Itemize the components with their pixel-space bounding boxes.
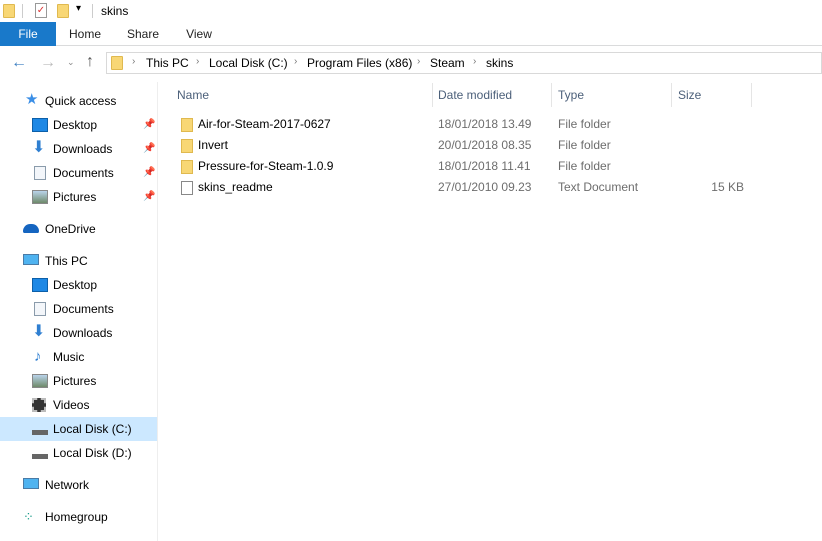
documents-icon bbox=[34, 302, 46, 316]
column-header-size[interactable]: Size bbox=[678, 83, 701, 107]
breadcrumb-skins[interactable]: skins bbox=[486, 56, 513, 70]
breadcrumb-steam[interactable]: Steam bbox=[430, 56, 465, 70]
navigation-pane: ★ Quick access Desktop 📌 ⬇ Downloads 📌 Docum… bbox=[0, 82, 158, 541]
tab-home[interactable]: Home bbox=[60, 22, 110, 46]
folder-icon bbox=[181, 160, 193, 174]
desktop-icon bbox=[32, 278, 48, 292]
pictures-icon bbox=[32, 374, 48, 388]
up-button[interactable]: ↑ bbox=[86, 53, 94, 71]
download-icon: ⬇ bbox=[32, 323, 46, 340]
title-bar: ✓ ▾ skins bbox=[0, 0, 822, 22]
music-icon: ♪ bbox=[34, 348, 42, 365]
documents-icon bbox=[34, 166, 46, 180]
column-header-date[interactable]: Date modified bbox=[438, 83, 512, 107]
file-row[interactable]: Pressure-for-Steam-1.0.9 18/01/2018 11.4… bbox=[172, 156, 772, 177]
divider bbox=[22, 4, 23, 18]
file-date: 18/01/2018 13.49 bbox=[438, 117, 532, 131]
file-type: Text Document bbox=[558, 180, 639, 194]
folder-icon bbox=[3, 4, 15, 18]
breadcrumb-this-pc[interactable]: This PC bbox=[146, 56, 189, 70]
nav-pc-downloads[interactable]: ⬇ Downloads bbox=[0, 321, 157, 345]
column-header-type[interactable]: Type bbox=[558, 83, 584, 107]
file-date: 27/01/2010 09.23 bbox=[438, 180, 532, 194]
nav-quick-documents[interactable]: Documents 📌 bbox=[0, 161, 157, 185]
tab-file[interactable]: File bbox=[0, 22, 56, 46]
pin-icon[interactable]: 📌 bbox=[143, 185, 155, 209]
back-button[interactable]: ← bbox=[11, 54, 27, 72]
pin-icon[interactable]: 📌 bbox=[143, 113, 155, 137]
nav-quick-access[interactable]: ★ Quick access bbox=[0, 89, 157, 113]
file-row[interactable]: Air-for-Steam-2017-0627 18/01/2018 13.49… bbox=[172, 114, 772, 135]
file-type: File folder bbox=[558, 138, 611, 152]
recent-locations-button[interactable]: ⌄ bbox=[67, 57, 75, 68]
drive-icon bbox=[32, 454, 48, 459]
folder-icon bbox=[181, 139, 193, 153]
homegroup-icon: ⁘ bbox=[23, 509, 34, 524]
nav-pc-videos[interactable]: Videos bbox=[0, 393, 157, 417]
pictures-icon bbox=[32, 190, 48, 204]
nav-pc-music[interactable]: ♪ Music bbox=[0, 345, 157, 369]
file-name: Pressure-for-Steam-1.0.9 bbox=[198, 159, 334, 173]
cloud-icon bbox=[23, 224, 39, 233]
nav-onedrive[interactable]: OneDrive bbox=[0, 217, 157, 241]
desktop-icon bbox=[32, 118, 48, 132]
file-date: 20/01/2018 08.35 bbox=[438, 138, 532, 152]
pin-icon[interactable]: 📌 bbox=[143, 137, 155, 161]
breadcrumb-local-disk[interactable]: Local Disk (C:) bbox=[209, 56, 288, 70]
network-icon bbox=[23, 478, 39, 489]
file-size: 15 KB bbox=[711, 180, 744, 194]
nav-local-disk-d[interactable]: Local Disk (D:) bbox=[0, 441, 157, 465]
nav-pc-documents[interactable]: Documents bbox=[0, 297, 157, 321]
nav-quick-desktop[interactable]: Desktop 📌 bbox=[0, 113, 157, 137]
file-name: skins_readme bbox=[198, 180, 273, 194]
new-folder-icon[interactable] bbox=[57, 4, 69, 18]
text-file-icon bbox=[181, 181, 193, 195]
properties-icon[interactable]: ✓ bbox=[35, 3, 47, 18]
folder-icon bbox=[181, 118, 193, 132]
address-bar[interactable]: › This PC › Local Disk (C:) › Program Fi… bbox=[106, 52, 822, 74]
computer-icon bbox=[23, 254, 39, 265]
file-type: File folder bbox=[558, 117, 611, 131]
tab-view[interactable]: View bbox=[176, 22, 222, 46]
drive-icon bbox=[32, 430, 48, 435]
nav-homegroup[interactable]: ⁘ Homegroup bbox=[0, 505, 157, 529]
window-title: skins bbox=[101, 4, 129, 18]
nav-this-pc[interactable]: This PC bbox=[0, 249, 157, 273]
videos-icon bbox=[32, 398, 46, 412]
nav-network[interactable]: Network bbox=[0, 473, 157, 497]
nav-local-disk-c[interactable]: Local Disk (C:) bbox=[0, 417, 157, 441]
file-type: File folder bbox=[558, 159, 611, 173]
nav-quick-pictures[interactable]: Pictures 📌 bbox=[0, 185, 157, 209]
download-icon: ⬇ bbox=[32, 139, 46, 156]
pin-icon[interactable]: 📌 bbox=[143, 161, 155, 185]
file-date: 18/01/2018 11.41 bbox=[438, 159, 531, 173]
forward-button[interactable]: → bbox=[40, 54, 56, 72]
column-header-name[interactable]: Name bbox=[177, 83, 209, 107]
file-name: Invert bbox=[198, 138, 229, 152]
folder-icon bbox=[111, 56, 123, 70]
tab-share[interactable]: Share bbox=[120, 22, 166, 46]
customize-toolbar-icon[interactable]: ▾ bbox=[76, 3, 81, 14]
file-name: Air-for-Steam-2017-0627 bbox=[198, 117, 331, 131]
nav-pc-desktop[interactable]: Desktop bbox=[0, 273, 157, 297]
nav-pc-pictures[interactable]: Pictures bbox=[0, 369, 157, 393]
breadcrumb-program-files[interactable]: Program Files (x86) bbox=[307, 56, 412, 70]
nav-quick-downloads[interactable]: ⬇ Downloads 📌 bbox=[0, 137, 157, 161]
divider bbox=[92, 4, 93, 18]
file-row[interactable]: skins_readme 27/01/2010 09.23 Text Docum… bbox=[172, 177, 772, 198]
star-icon: ★ bbox=[25, 91, 39, 108]
ribbon: File Home Share View bbox=[0, 22, 822, 46]
file-row[interactable]: Invert 20/01/2018 08.35 File folder bbox=[172, 135, 772, 156]
